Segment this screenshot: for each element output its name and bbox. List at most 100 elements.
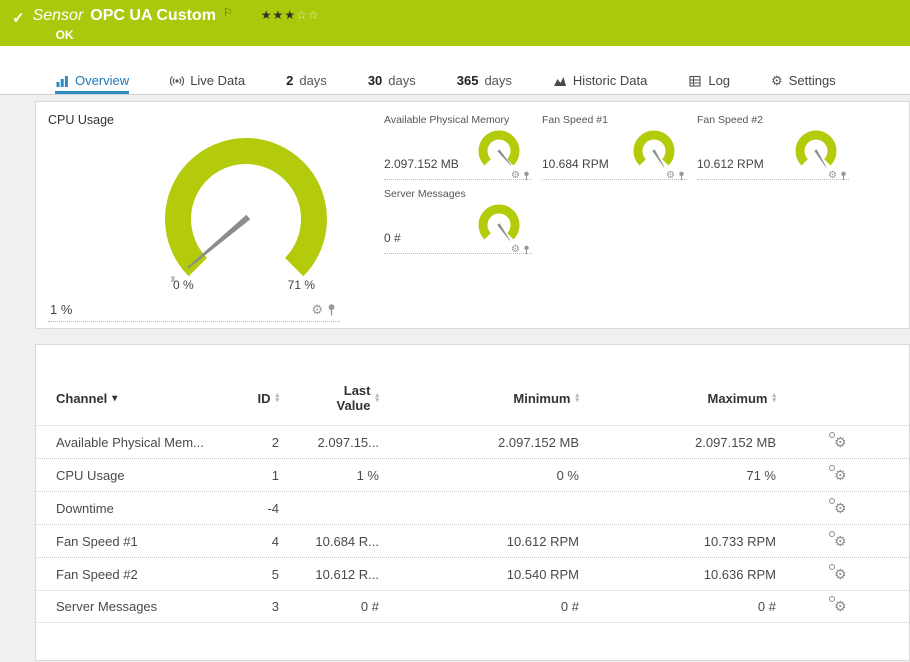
pin-icon[interactable] [678, 171, 685, 181]
gauge-settings-gear-icon[interactable]: ⚙ [828, 171, 837, 181]
gauges-panel: CPU Usage x̄ 0 % 71 % 1 % ⚙ Available Ph… [35, 101, 910, 329]
channel-id: 3 [271, 599, 279, 614]
stars-filled[interactable]: ★★★ [261, 8, 296, 22]
channel-maximum: 0 # [757, 599, 776, 614]
channel-settings-gear-icon[interactable]: ⚙ [834, 467, 847, 483]
gauge-settings-gear-icon[interactable]: ⚙ [311, 303, 323, 316]
gauge-settings-gear-icon[interactable]: ⚙ [511, 245, 520, 255]
tab-2-days[interactable]: 2 days [286, 73, 327, 94]
channel-settings-gear-icon[interactable]: ⚙ [834, 533, 847, 549]
mini-gauge-title: Fan Speed #2 [697, 114, 763, 126]
channel-last-value: 2.097.15... [317, 434, 379, 450]
tab-number: 2 [286, 73, 294, 88]
object-kind-label: Sensor [32, 7, 84, 24]
chevron-down-icon: ▾ [112, 392, 118, 404]
column-header-minimum[interactable]: Minimum ▴ ▾ [379, 391, 579, 406]
channels-table-panel: Channel ▾ ID ▴ ▾ Last Value ▴ ▾ Minimum ▴ ▾… [35, 344, 910, 661]
channel-last-value: 10.684 R... [315, 533, 379, 549]
channel-name[interactable]: Server Messages [56, 599, 219, 614]
pin-icon[interactable] [327, 303, 336, 316]
tab-unit: days [388, 73, 416, 88]
column-header-maximum[interactable]: Maximum ▴ ▾ [579, 391, 776, 406]
pin-icon[interactable] [523, 245, 530, 255]
channel-name[interactable]: Available Physical Mem... [56, 435, 219, 450]
mini-gauge-server-messages: Server Messages 0 # ⚙ [384, 188, 542, 262]
gauge-settings-gear-icon[interactable]: ⚙ [511, 171, 520, 181]
channel-last-value: 10.612 R... [315, 566, 379, 582]
content-area: CPU Usage x̄ 0 % 71 % 1 % ⚙ Available Ph… [0, 95, 910, 662]
priority-flag-icon[interactable]: ⚐ [223, 6, 233, 19]
column-header-id[interactable]: ID ▴ ▾ [219, 391, 279, 406]
channel-minimum: 10.540 RPM [506, 566, 579, 582]
sort-icon: ▴ ▾ [772, 392, 776, 404]
tab-number: 30 [367, 73, 383, 88]
mini-gauge-value[interactable]: 2.097.152 MB [384, 157, 459, 178]
table-body: Available Physical Mem... 2 2.097.15... … [36, 425, 909, 623]
table-row: CPU Usage 1 1 % 0 % 71 % ⚙ [36, 458, 909, 491]
channel-maximum: 2.097.152 MB [695, 434, 776, 450]
tab-unit: days [484, 73, 512, 88]
main-gauge-title: CPU Usage [48, 113, 114, 127]
historic-data-icon [553, 76, 566, 86]
tab-live-data[interactable]: Live Data [170, 73, 245, 94]
column-header-channel[interactable]: Channel ▾ [56, 391, 219, 406]
channel-name[interactable]: Downtime [56, 501, 219, 516]
tab-label: Log [708, 73, 731, 88]
tab-label: Live Data [190, 73, 246, 88]
tab-number: 365 [456, 73, 479, 88]
tab-label: Overview [75, 73, 130, 88]
channel-settings-gear-icon[interactable]: ⚙ [834, 434, 847, 450]
tab-label: Historic Data [572, 73, 648, 88]
column-header-label: Maximum [707, 390, 768, 406]
table-row: Fan Speed #1 4 10.684 R... 10.612 RPM 10… [36, 524, 909, 557]
pin-icon[interactable] [840, 171, 847, 181]
gauge-settings-gear-icon[interactable]: ⚙ [666, 171, 675, 181]
channel-last-value: 1 % [356, 467, 379, 483]
gear-icon: ⚙ [771, 73, 783, 88]
log-icon [689, 75, 701, 87]
channel-settings-gear-icon[interactable]: ⚙ [834, 598, 847, 614]
channel-name[interactable]: CPU Usage [56, 468, 219, 483]
channel-settings-gear-icon[interactable]: ⚙ [834, 566, 847, 582]
mini-gauge-dial [478, 204, 520, 241]
channel-name[interactable]: Fan Speed #1 [56, 534, 219, 549]
channel-settings-gear-icon[interactable]: ⚙ [834, 500, 847, 516]
cpu-usage-value[interactable]: 1 % [50, 302, 72, 317]
tab-settings[interactable]: ⚙ Settings [771, 73, 836, 94]
mini-gauge-title: Server Messages [384, 188, 466, 200]
column-header-last-value[interactable]: Last Value ▴ ▾ [279, 383, 379, 413]
sensor-title: OPC UA Custom [90, 7, 216, 24]
column-header-label: Channel [56, 390, 108, 406]
stars-empty[interactable]: ☆☆ [296, 8, 320, 22]
mini-gauge-dial [478, 130, 520, 166]
tab-30-days[interactable]: 30 days [368, 73, 416, 94]
channel-id: 2 [271, 434, 279, 450]
tab-overview[interactable]: Overview [55, 73, 129, 94]
mini-gauge-value[interactable]: 0 # [384, 231, 401, 252]
mini-gauge-value[interactable]: 10.684 RPM [542, 157, 609, 178]
channel-minimum: 0 # [560, 599, 579, 614]
table-header-row: Channel ▾ ID ▴ ▾ Last Value ▴ ▾ Minimum ▴ ▾… [36, 383, 909, 413]
tab-historic-data[interactable]: Historic Data [553, 73, 647, 94]
channel-id: -4 [267, 500, 279, 516]
main-gauge-block: CPU Usage x̄ 0 % 71 % 1 % ⚙ [36, 102, 348, 328]
pin-icon[interactable] [523, 171, 530, 181]
channel-name[interactable]: Fan Speed #2 [56, 567, 219, 582]
status-check-icon: ✓ [12, 10, 25, 27]
sensor-status-badge: OK [55, 28, 74, 42]
mini-gauge-value[interactable]: 10.612 RPM [697, 157, 764, 178]
channel-last-value: 0 # [360, 599, 379, 614]
tab-unit: days [299, 73, 327, 88]
mini-gauge-fan-speed-1: Fan Speed #1 10.684 RPM ⚙ [542, 114, 697, 188]
channel-id: 5 [271, 566, 279, 582]
table-row: Server Messages 3 0 # 0 # 0 # ⚙ [36, 590, 909, 623]
mini-gauge-available-physical-memory: Available Physical Memory 2.097.152 MB ⚙ [384, 114, 542, 188]
gauge-scale-min: 0 % [173, 278, 194, 292]
mini-gauges-grid: Available Physical Memory 2.097.152 MB ⚙ [348, 102, 909, 328]
tab-log[interactable]: Log [688, 73, 730, 94]
channel-id: 4 [271, 533, 279, 549]
live-data-icon [170, 75, 185, 87]
priority-stars[interactable]: ★★★☆☆ [261, 8, 320, 22]
channel-maximum: 10.636 RPM [703, 566, 776, 582]
tab-365-days[interactable]: 365 days [457, 73, 512, 94]
